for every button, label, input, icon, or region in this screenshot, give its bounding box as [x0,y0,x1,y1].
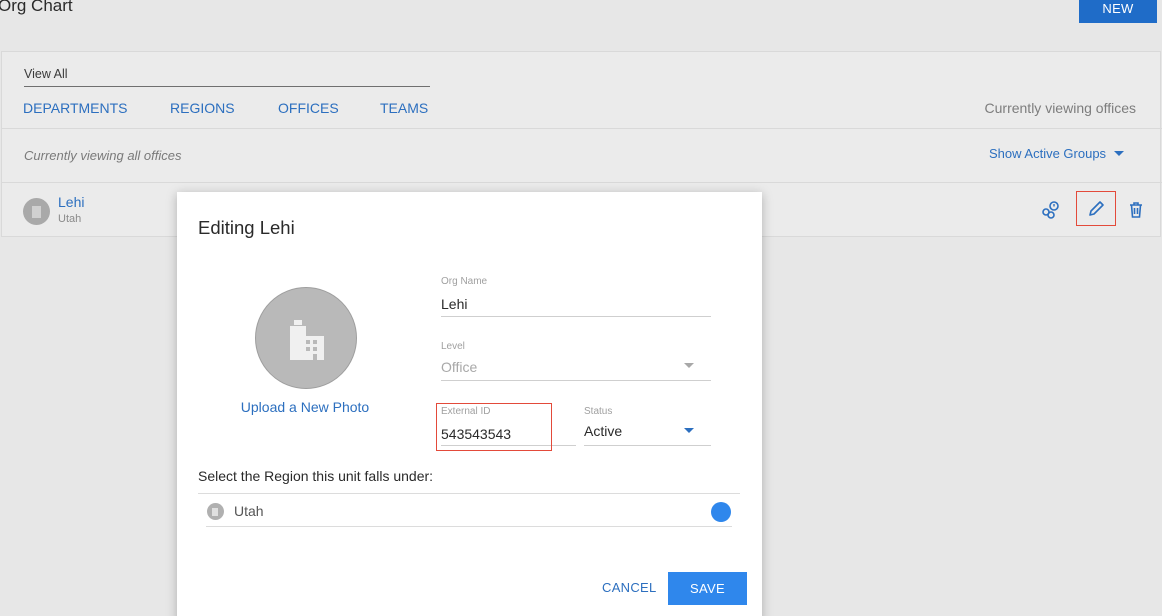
building-icon [212,508,218,516]
chevron-down-icon [684,363,694,368]
divider [198,493,740,494]
region-prompt: Select the Region this unit falls under: [198,468,434,484]
currently-viewing-label: Currently viewing offices [984,100,1136,116]
divider [2,128,1162,129]
org-name-input[interactable]: Lehi [441,296,467,312]
dialog-title: Editing Lehi [198,217,295,238]
region-option-utah[interactable]: Utah [234,503,264,519]
chevron-down-icon [1114,151,1125,156]
level-underline [441,380,711,381]
tab-regions[interactable]: REGIONS [170,100,235,116]
new-button[interactable]: NEW [1079,0,1157,23]
show-active-groups-dropdown[interactable]: Show Active Groups [989,146,1125,161]
building-icon [32,206,41,218]
avatar [23,198,50,225]
delete-trash-icon[interactable] [1126,199,1146,221]
edit-org-dialog: Editing Lehi Upload a New Photo Org Name… [177,192,762,616]
divider [206,526,732,527]
level-label: Level [441,341,465,352]
cancel-button[interactable]: CANCEL [602,580,657,595]
external-id-highlight-box [436,403,552,451]
level-select: Office [441,359,478,375]
tab-offices[interactable]: OFFICES [278,100,339,116]
upload-photo-link[interactable]: Upload a New Photo [235,399,375,415]
status-select[interactable]: Active [584,423,622,439]
edit-pencil-icon[interactable] [1084,198,1108,220]
status-label: Status [584,406,613,417]
org-name-label: Org Name [441,276,488,287]
tab-departments[interactable]: DEPARTMENTS [23,100,128,116]
tab-teams[interactable]: TEAMS [380,100,428,116]
view-all-underline [24,86,430,87]
page-title: Org Chart [0,0,73,15]
divider [2,182,1162,183]
save-button[interactable]: SAVE [668,572,747,605]
manage-users-icon[interactable] [1039,199,1061,221]
org-photo[interactable] [255,287,357,389]
org-name-underline [441,316,711,317]
view-all-label[interactable]: View All [24,67,68,81]
row-name-link[interactable]: Lehi [58,194,84,210]
building-icon [290,320,324,360]
chevron-down-icon[interactable] [684,428,694,433]
row-subtitle: Utah [58,213,82,225]
viewing-all-label: Currently viewing all offices [24,148,182,163]
region-avatar [207,503,224,520]
region-radio-selected[interactable] [711,502,731,522]
show-active-groups-label: Show Active Groups [989,146,1107,161]
status-underline [584,445,711,446]
